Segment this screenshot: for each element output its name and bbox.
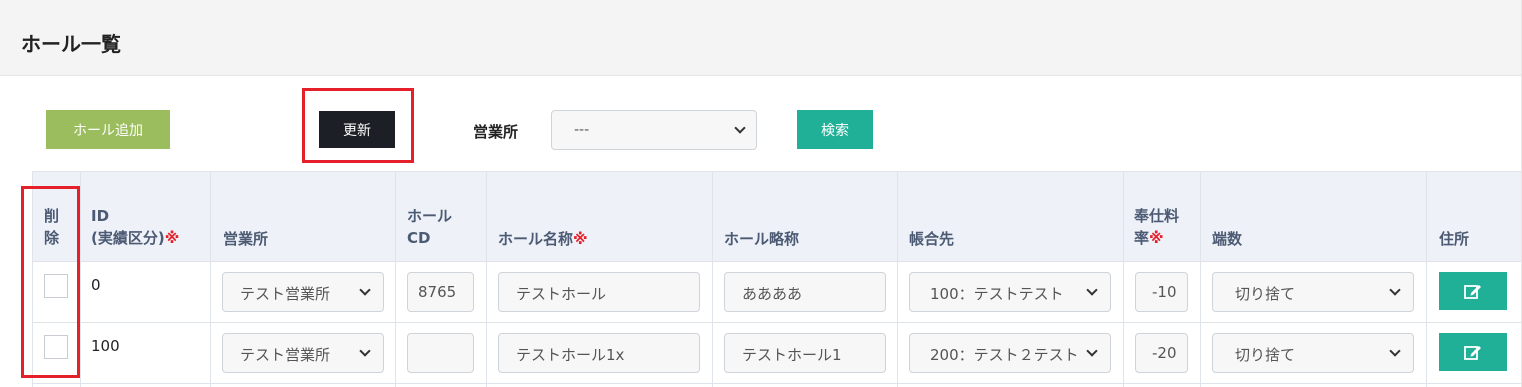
office-select[interactable]: テスト営業所: [222, 333, 384, 373]
column-divider: [210, 171, 211, 387]
chevron-down-icon: [359, 345, 371, 357]
column-divider: [395, 171, 396, 387]
hall-name-input[interactable]: テストホール1x: [498, 333, 700, 373]
column-divider: [1123, 171, 1124, 387]
required-mark: ※: [573, 230, 588, 248]
chevron-down-icon: [1389, 345, 1401, 357]
required-mark: ※: [164, 229, 180, 247]
table-top-border: [32, 171, 1522, 172]
office-select[interactable]: テスト営業所: [222, 272, 384, 312]
delete-checkbox[interactable]: [44, 274, 68, 298]
header-office: 営業所: [223, 230, 269, 248]
hall-name-input[interactable]: テストホール: [498, 272, 700, 312]
page-header: ホール一覧: [0, 0, 1522, 76]
column-divider: [486, 171, 487, 387]
header-fee-rate: 奉仕料 率※: [1134, 207, 1180, 247]
edit-icon: [1464, 346, 1481, 360]
fraction-select[interactable]: 切り捨て: [1212, 272, 1414, 312]
chevron-down-icon: [1389, 284, 1401, 296]
column-divider: [80, 171, 81, 387]
required-mark: ※: [1149, 229, 1164, 247]
header-delete: 削除: [44, 207, 60, 247]
edit-icon: [1464, 285, 1481, 299]
add-hall-button[interactable]: ホール追加: [46, 110, 170, 149]
header-divider: [32, 261, 1522, 262]
office-filter-value: ---: [574, 122, 590, 138]
column-divider: [32, 171, 33, 387]
header-fraction: 端数: [1212, 230, 1243, 248]
column-divider: [712, 171, 713, 387]
fee-rate-input[interactable]: -10: [1135, 272, 1188, 312]
row-divider: [32, 322, 1522, 323]
header-hall-short: ホール略称: [724, 230, 800, 248]
edit-address-button[interactable]: [1439, 272, 1507, 310]
header-address: 住所: [1439, 230, 1470, 248]
row-id: 100: [91, 337, 120, 355]
header-hall-name: ホール名称※: [498, 230, 588, 248]
account-select[interactable]: 200：テスト２テスト: [909, 333, 1111, 373]
fraction-select[interactable]: 切り捨て: [1212, 333, 1414, 373]
edit-address-button[interactable]: [1439, 333, 1507, 371]
row-id: 0: [91, 276, 101, 294]
row-divider: [32, 383, 1522, 384]
column-divider: [1200, 171, 1201, 387]
office-filter-select[interactable]: ---: [551, 110, 757, 150]
search-button[interactable]: 検索: [797, 110, 873, 149]
delete-checkbox[interactable]: [44, 335, 68, 359]
column-divider: [897, 171, 898, 387]
column-divider: [1426, 171, 1427, 387]
chevron-down-icon: [1086, 345, 1098, 357]
header-id: ID (実績区分)※: [91, 207, 180, 247]
hall-short-input[interactable]: ああああ: [724, 272, 886, 312]
hall-cd-input[interactable]: [407, 333, 474, 373]
chevron-down-icon: [359, 284, 371, 296]
header-account: 帳合先: [909, 230, 955, 248]
account-select[interactable]: 100：テストテスト: [909, 272, 1111, 312]
chevron-down-icon: [1086, 284, 1098, 296]
header-hall-cd: ホール CD: [407, 207, 453, 247]
office-filter-label: 営業所: [473, 123, 519, 141]
fee-rate-input[interactable]: -20: [1135, 333, 1188, 373]
update-button[interactable]: 更新: [319, 111, 395, 148]
hall-cd-input[interactable]: 8765: [407, 272, 474, 312]
chevron-down-icon: [734, 122, 746, 134]
hall-short-input[interactable]: テストホール1: [724, 333, 886, 373]
page-title: ホール一覧: [21, 32, 121, 56]
